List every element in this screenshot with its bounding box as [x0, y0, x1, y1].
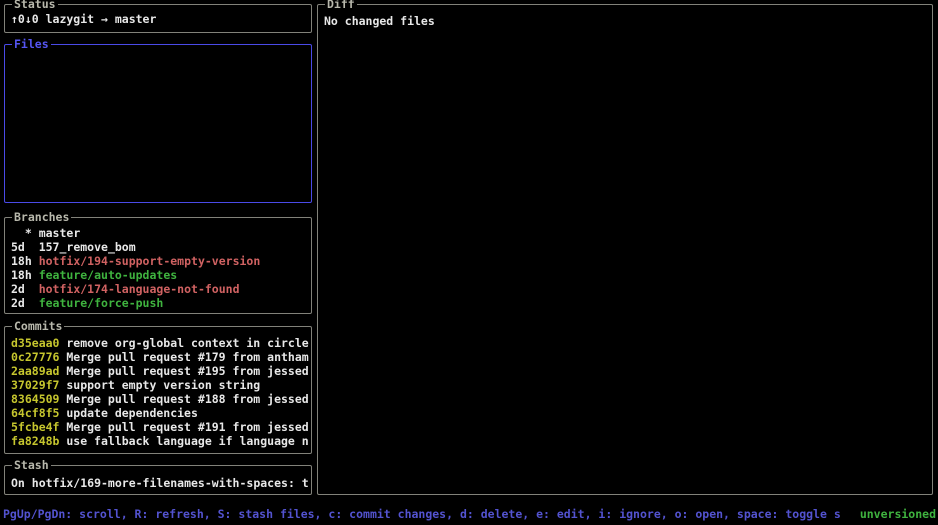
status-panel[interactable]: Status ↑0↓0 lazygit → master [4, 4, 312, 33]
commit-row[interactable]: 64cf8f5 update dependencies [11, 406, 311, 420]
branch-recency: 2d [11, 282, 39, 296]
commit-row[interactable]: 2aa89ad Merge pull request #195 from jess… [11, 364, 311, 378]
branches-list: * master 5d 157_remove_bom 18h hotfix/19… [5, 218, 311, 313]
commit-sha: 37029f7 [11, 378, 59, 392]
branch-name: feature/auto-updates [39, 268, 177, 282]
commit-sha: 8364509 [11, 392, 59, 406]
files-panel[interactable]: Files [4, 44, 312, 203]
keybindings-bar: PgUp/PgDn: scroll, R: refresh, S: stash … [3, 506, 936, 522]
commit-message: support empty version string [66, 378, 260, 392]
commits-panel[interactable]: Commits d35eaa0remove org-global context… [4, 326, 312, 454]
stash-panel[interactable]: Stash On hotfix/169-more-filenames-with-… [4, 465, 312, 495]
commit-message: remove org-global context in circle [66, 336, 308, 350]
branch-name: hotfix/194-support-empty-version [39, 254, 261, 268]
commit-message: Merge pull request #195 from jessed [66, 364, 308, 378]
commit-message: Merge pull request #188 from jessed [66, 392, 308, 406]
keybindings-text: PgUp/PgDn: scroll, R: refresh, S: stash … [3, 506, 841, 522]
commit-sha: 64cf8f5 [11, 406, 59, 420]
branch-name: hotfix/174-language-not-found [39, 282, 240, 296]
commit-row[interactable]: d35eaa0 remove org-global context in circ… [11, 336, 311, 350]
branch-row[interactable]: 5d 157_remove_bom [11, 240, 311, 254]
diff-panel[interactable]: Diff No changed files [317, 4, 933, 495]
stash-list: On hotfix/169-more-filenames-with-spaces… [5, 466, 311, 494]
branch-recency: 2d [11, 296, 39, 310]
branch-recency: * [11, 226, 39, 240]
commit-message: use fallback language if language n [66, 434, 308, 448]
commit-row[interactable]: 8364509 Merge pull request #188 from jess… [11, 392, 311, 406]
branch-name: master [39, 226, 81, 240]
commit-sha: 0c27776 [11, 350, 59, 364]
commit-row[interactable]: 5fcbe4f Merge pull request #191 from jess… [11, 420, 311, 434]
branch-recency: 18h [11, 268, 39, 282]
commits-list: d35eaa0 remove org-global context in circ… [5, 327, 311, 453]
version-status: unversioned [853, 506, 936, 522]
commit-sha: 5fcbe4f [11, 420, 59, 434]
commit-sha: d35eaa0 [11, 336, 59, 350]
branches-panel[interactable]: Branches * master 5d 157_remove_bom 18h … [4, 217, 312, 314]
branch-recency: 5d [11, 240, 39, 254]
branch-row[interactable]: 2d feature/force-push [11, 296, 311, 310]
diff-message: No changed files [324, 14, 932, 28]
branch-row[interactable]: 18h feature/auto-updates [11, 268, 311, 282]
commit-sha: fa8248b [11, 434, 59, 448]
branch-name: feature/force-push [39, 296, 164, 310]
branch-row[interactable]: 18h hotfix/194-support-empty-version [11, 254, 311, 268]
commit-row[interactable]: fa8248b use fallback language if language… [11, 434, 311, 448]
branch-row[interactable]: 2d hotfix/174-language-not-found [11, 282, 311, 296]
commit-row[interactable]: 0c27776 Merge pull request #179 from anth… [11, 350, 311, 364]
commit-message: Merge pull request #191 from jessed [66, 420, 308, 434]
commit-sha: 2aa89ad [11, 364, 59, 378]
files-list [5, 45, 311, 202]
branch-name: 157_remove_bom [39, 240, 136, 254]
stash-item[interactable]: On hotfix/169-more-filenames-with-spaces… [11, 476, 311, 490]
status-summary[interactable]: ↑0↓0 lazygit → master [11, 12, 311, 26]
commit-message: update dependencies [66, 406, 198, 420]
commit-message: Merge pull request #179 from antham [66, 350, 308, 364]
branch-row[interactable]: * master [11, 226, 311, 240]
branch-recency: 18h [11, 254, 39, 268]
commit-row[interactable]: 37029f7 support empty version string [11, 378, 311, 392]
